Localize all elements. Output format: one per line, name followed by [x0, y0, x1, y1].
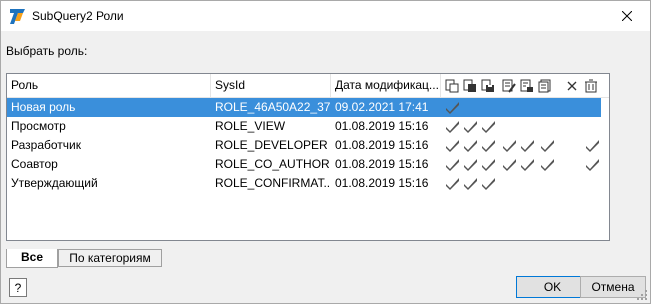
- window-title: SubQuery2 Роли: [32, 9, 124, 23]
- role-name-cell: Разработчик: [11, 138, 81, 152]
- checkmark-icon[interactable]: [463, 176, 478, 191]
- modified-date-cell: 01.08.2019 15:16: [335, 157, 429, 171]
- sysid-cell: ROLE_46A50A22_37...: [215, 100, 331, 114]
- checkmark-icon[interactable]: [445, 157, 460, 172]
- table-row[interactable]: Просмотр ROLE_VIEW 01.08.2019 15:16: [7, 117, 601, 136]
- perm-delete-all-icon[interactable]: [583, 78, 599, 94]
- checkmark-icon[interactable]: [445, 138, 460, 153]
- modified-date-cell: 01.08.2019 15:16: [335, 176, 429, 190]
- checkmark-icon[interactable]: [520, 138, 535, 153]
- column-header-role[interactable]: Роль: [7, 74, 211, 97]
- help-button[interactable]: ?: [9, 278, 27, 297]
- table-row[interactable]: Новая роль ROLE_46A50A22_37... 09.02.2021 …: [7, 98, 601, 117]
- checkmark-icon[interactable]: [540, 157, 555, 172]
- checkmark-icon[interactable]: [520, 157, 535, 172]
- tab-by-categories[interactable]: По категориям: [58, 249, 162, 267]
- sysid-cell: ROLE_DEVELOPER: [215, 138, 328, 152]
- sysid-cell: ROLE_VIEW: [215, 119, 286, 133]
- resize-grip-icon[interactable]: [637, 290, 647, 300]
- checkmark-icon[interactable]: [445, 176, 460, 191]
- perm-read-icon[interactable]: [444, 78, 460, 94]
- sysid-cell: ROLE_CONFIRMAT...: [215, 176, 331, 190]
- ok-button[interactable]: OK: [516, 276, 589, 298]
- checkmark-icon[interactable]: [540, 138, 555, 153]
- checkmark-icon[interactable]: [463, 157, 478, 172]
- roles-dialog: SubQuery2 Роли Выбрать роль: Роль SysId …: [0, 0, 651, 304]
- role-name-cell: Соавтор: [11, 157, 58, 171]
- column-header-date[interactable]: Дата модификац...: [331, 74, 441, 97]
- checkmark-icon[interactable]: [481, 119, 496, 134]
- checkmark-icon[interactable]: [463, 119, 478, 134]
- modified-date-cell: 09.02.2021 17:41: [335, 100, 429, 114]
- perm-write-icon[interactable]: [462, 78, 478, 94]
- table-row[interactable]: Соавтор ROLE_CO_AUTHOR 01.08.2019 15:16: [7, 155, 601, 174]
- modified-date-cell: 01.08.2019 15:16: [335, 119, 429, 133]
- select-role-label: Выбрать роль:: [6, 44, 88, 58]
- modified-date-cell: 01.08.2019 15:16: [335, 138, 429, 152]
- close-button[interactable]: [604, 1, 650, 31]
- column-header-sysid[interactable]: SysId: [211, 74, 331, 97]
- checkmark-icon[interactable]: [585, 138, 600, 153]
- roles-grid[interactable]: Роль SysId Дата модификац... Новая роль …: [6, 73, 610, 241]
- app-logo-icon: [10, 9, 25, 24]
- checkmark-icon[interactable]: [445, 100, 460, 115]
- table-row[interactable]: Разработчик ROLE_DEVELOPER 01.08.2019 15:1…: [7, 136, 601, 155]
- checkmark-icon[interactable]: [585, 157, 600, 172]
- perm-save-icon[interactable]: [480, 78, 496, 94]
- perm-edit-all-icon[interactable]: [519, 78, 535, 94]
- checkmark-icon[interactable]: [481, 176, 496, 191]
- role-name-cell: Утверждающий: [11, 176, 98, 190]
- close-icon: [622, 11, 632, 21]
- grid-header: Роль SysId Дата модификац...: [7, 74, 609, 98]
- checkmark-icon[interactable]: [502, 138, 517, 153]
- perm-edit-icon[interactable]: [501, 78, 517, 94]
- table-row[interactable]: Утверждающий ROLE_CONFIRMAT... 01.08.2019 …: [7, 174, 601, 193]
- perm-publish-icon[interactable]: [537, 78, 553, 94]
- title-bar: SubQuery2 Роли: [1, 1, 650, 31]
- role-name-cell: Новая роль: [11, 100, 76, 114]
- checkmark-icon[interactable]: [481, 157, 496, 172]
- perm-delete-icon[interactable]: [564, 78, 580, 94]
- checkmark-icon[interactable]: [502, 157, 517, 172]
- checkmark-icon[interactable]: [463, 138, 478, 153]
- sysid-cell: ROLE_CO_AUTHOR: [215, 157, 330, 171]
- tab-all[interactable]: Все: [6, 249, 58, 268]
- role-name-cell: Просмотр: [11, 119, 66, 133]
- checkmark-icon[interactable]: [481, 138, 496, 153]
- checkmark-icon[interactable]: [445, 119, 460, 134]
